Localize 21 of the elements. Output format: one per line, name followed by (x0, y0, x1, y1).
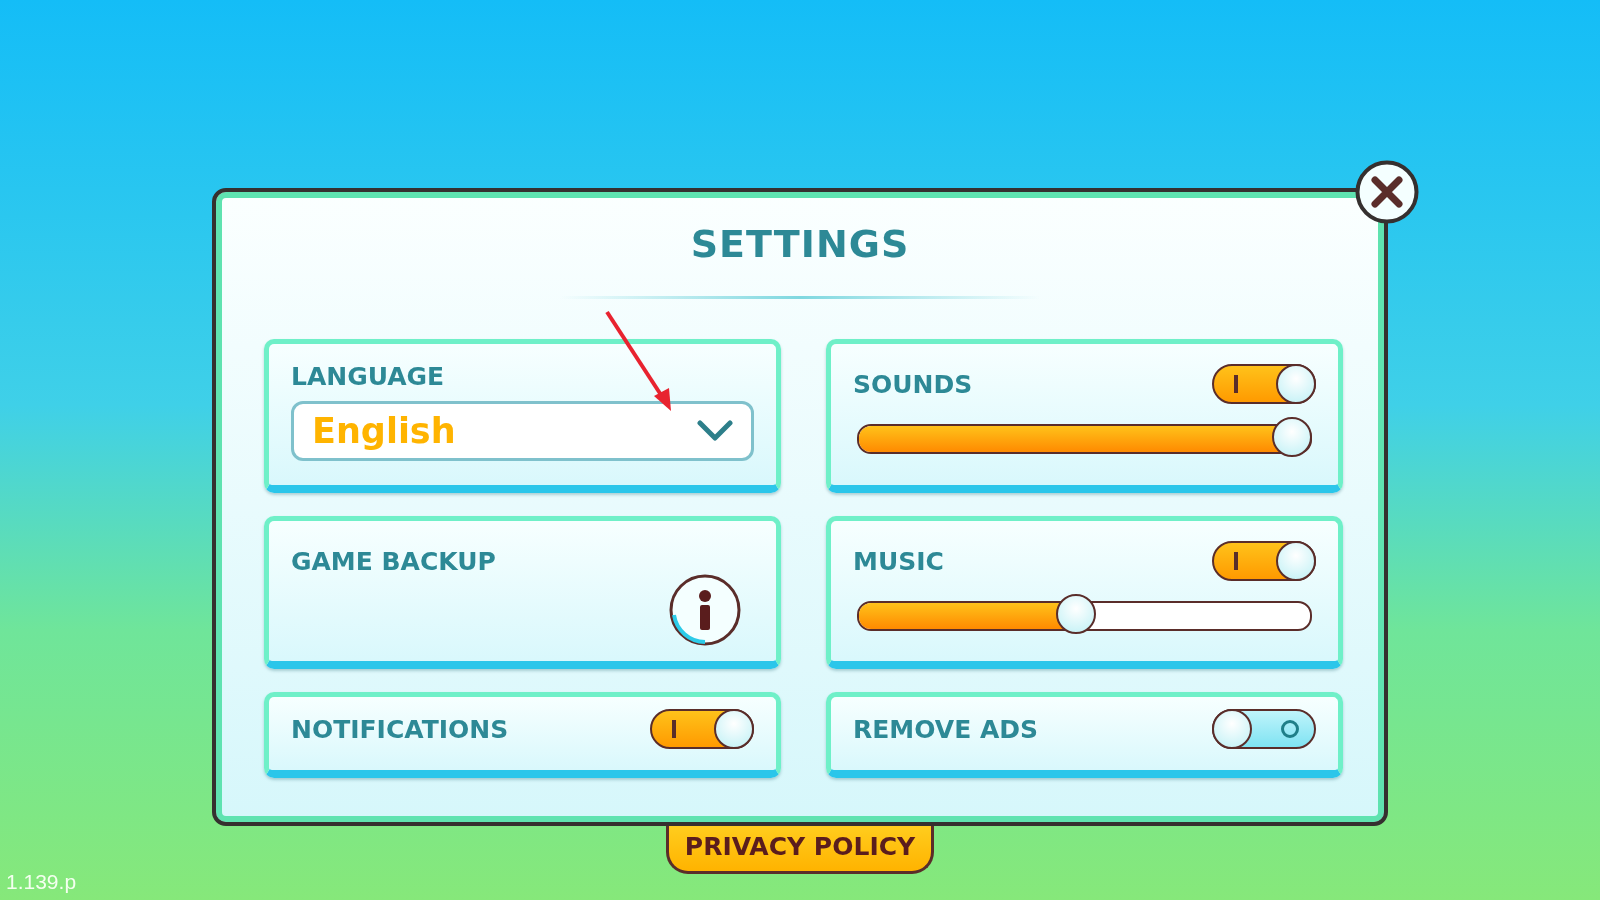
toggle-switch[interactable] (650, 709, 754, 749)
slider-thumb[interactable] (1272, 417, 1312, 457)
slider-thumb[interactable] (1055, 594, 1096, 634)
settings-title: SETTINGS (690, 222, 910, 266)
setting-label: GAME BACKUP (291, 547, 496, 576)
toggle-switch[interactable] (1212, 541, 1316, 581)
version-label: 1.139.p (6, 870, 77, 894)
on-bar-icon (672, 720, 676, 738)
setting-label: REMOVE ADS (853, 714, 1039, 744)
setting-label: LANGUAGE (291, 362, 445, 391)
info-icon[interactable] (668, 573, 742, 647)
chevron-down-icon (697, 420, 733, 442)
setting-label: SOUNDS (853, 369, 973, 399)
setting-label: MUSIC (853, 546, 944, 576)
off-ring-icon (1280, 719, 1300, 739)
on-bar-icon (1234, 552, 1238, 570)
toggle-switch[interactable] (1212, 709, 1316, 749)
close-icon[interactable] (1355, 160, 1419, 224)
setting-label: NOTIFICATIONS (291, 714, 509, 744)
on-bar-icon (1234, 375, 1238, 393)
toggle-switch[interactable] (1212, 364, 1316, 404)
